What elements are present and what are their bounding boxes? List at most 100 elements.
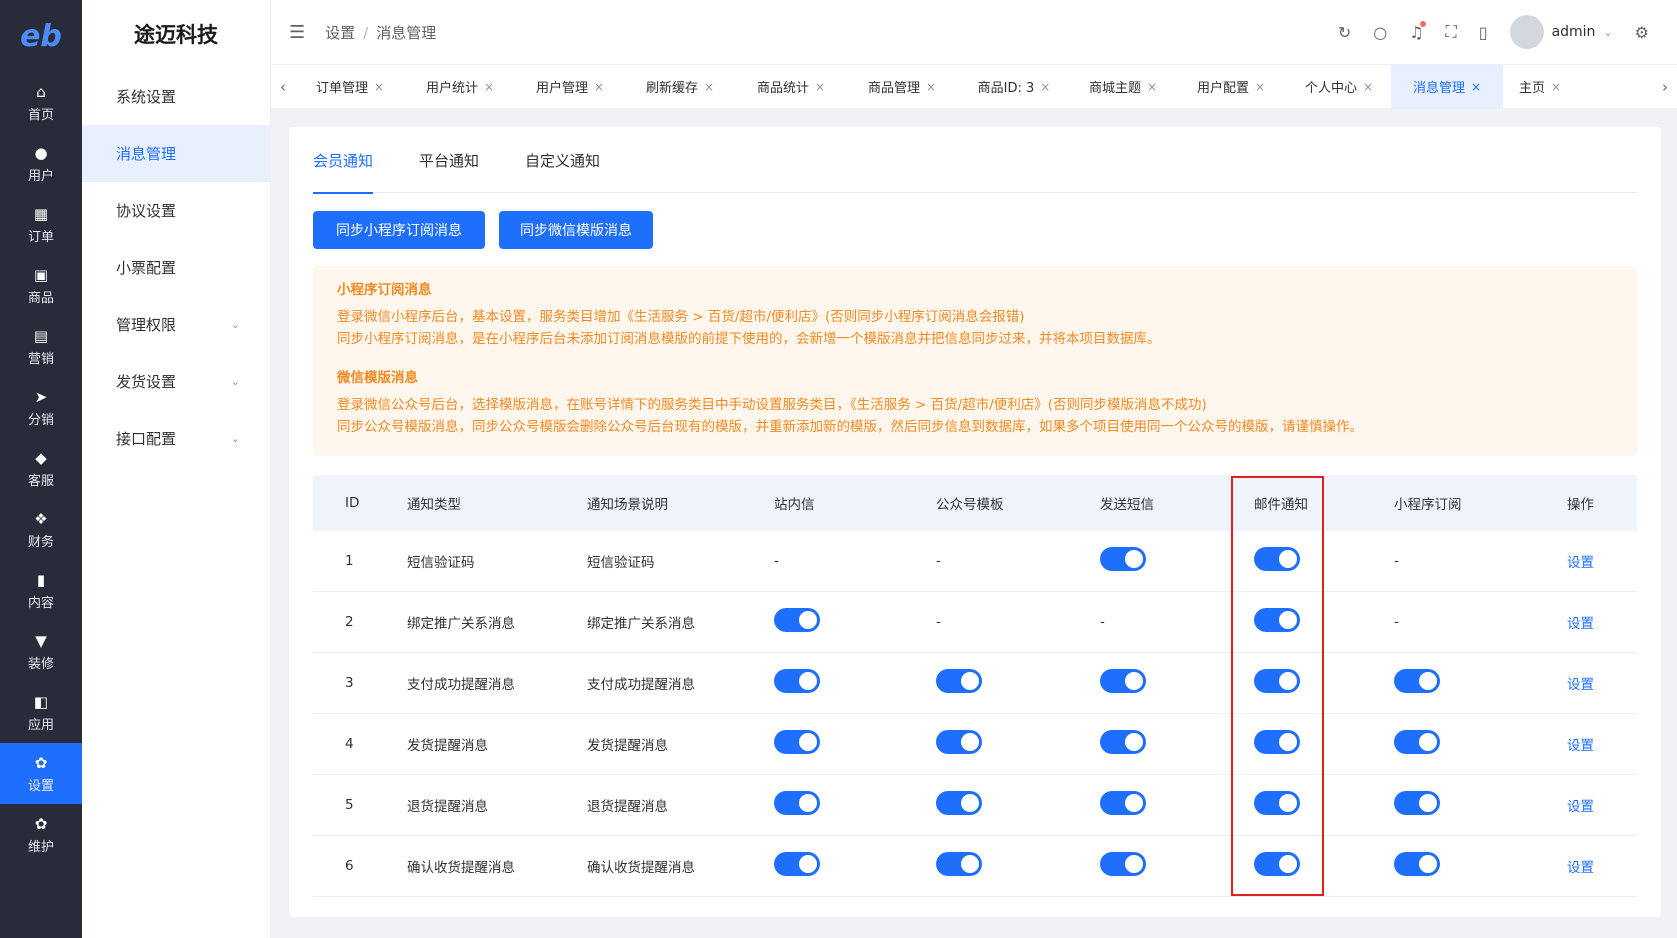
left-nav: eb ⌂ 首页 ● 用户 ▦ 订单 ▣ 商品 ▤ 营销 ➤ 分销 ◆ 客服 ❖ 财务 ▮ 内容 ▼ 装修 ◧ 应用 ✿ 设置 ✿…: [0, 0, 82, 938]
nav-item-finance[interactable]: ❖ 财务: [0, 499, 82, 560]
page-tab-label: 商品ID: 3: [977, 81, 1035, 96]
submenu-item[interactable]: 系统设置: [82, 68, 270, 125]
site-toggle[interactable]: [774, 669, 820, 693]
nav-item-app[interactable]: ◧ 应用: [0, 682, 82, 743]
mini-toggle[interactable]: [1394, 791, 1440, 815]
close-icon[interactable]: ×: [484, 80, 494, 94]
cell-wechat: [936, 852, 1100, 880]
table-row: 6 确认收货提醒消息 确认收货提醒消息 设置: [313, 836, 1637, 897]
email-toggle[interactable]: [1254, 791, 1300, 815]
nav-item-user[interactable]: ● 用户: [0, 133, 82, 194]
site-toggle[interactable]: [774, 608, 820, 632]
fullscreen-icon[interactable]: ⛶: [1446, 22, 1457, 42]
cell-sms: [1100, 791, 1254, 819]
sms-toggle[interactable]: [1100, 730, 1146, 754]
email-toggle[interactable]: [1254, 852, 1300, 876]
notice-tab[interactable]: 平台通知: [419, 127, 479, 193]
user-dropdown[interactable]: admin ⌄: [1509, 15, 1613, 49]
settings-link[interactable]: 设置: [1567, 860, 1594, 876]
settings-link[interactable]: 设置: [1567, 677, 1594, 693]
nav-item-product[interactable]: ▣ 商品: [0, 255, 82, 316]
nav-item-home[interactable]: ⌂ 首页: [0, 72, 82, 133]
nav-item-distribution[interactable]: ➤ 分销: [0, 377, 82, 438]
chevron-right-icon[interactable]: ›: [1653, 78, 1677, 96]
submenu-item-label: 小票配置: [116, 259, 177, 277]
settings-link[interactable]: 设置: [1567, 738, 1594, 754]
site-toggle[interactable]: [774, 852, 820, 876]
nav-item-settings[interactable]: ✿ 设置: [0, 743, 82, 804]
page-tab[interactable]: 刷新缓存 ×: [625, 65, 735, 109]
submenu-item[interactable]: 协议设置: [82, 182, 270, 239]
nav-item-marketing[interactable]: ▤ 营销: [0, 316, 82, 377]
page-tab[interactable]: 用户配置 ×: [1175, 65, 1287, 109]
submenu-item[interactable]: 小票配置: [82, 239, 270, 296]
page-tab[interactable]: 消息管理 ×: [1391, 64, 1503, 109]
close-icon[interactable]: ×: [1551, 80, 1561, 94]
chevron-left-icon[interactable]: ‹: [271, 78, 295, 96]
page-tab[interactable]: 用户统计 ×: [405, 65, 515, 109]
sms-toggle[interactable]: [1100, 852, 1146, 876]
email-toggle[interactable]: [1254, 669, 1300, 693]
refresh-icon[interactable]: ↻: [1338, 23, 1351, 42]
page-tab[interactable]: 个人中心 ×: [1287, 65, 1391, 109]
wechat-toggle[interactable]: [936, 852, 982, 876]
sms-toggle[interactable]: [1100, 547, 1146, 571]
close-icon[interactable]: ×: [594, 80, 604, 94]
close-icon[interactable]: ×: [926, 80, 936, 94]
nav-item-decoration[interactable]: ▼ 装修: [0, 621, 82, 682]
menu-fold-icon[interactable]: ☰: [289, 22, 305, 43]
nav-item-order[interactable]: ▦ 订单: [0, 194, 82, 255]
site-toggle[interactable]: [774, 791, 820, 815]
close-icon[interactable]: ×: [815, 80, 825, 94]
mini-toggle[interactable]: [1394, 669, 1440, 693]
bell-icon[interactable]: ♫: [1409, 20, 1426, 42]
submenu-item[interactable]: 管理权限 ⌄: [82, 296, 270, 353]
wechat-toggle[interactable]: [936, 791, 982, 815]
nav-item-content[interactable]: ▮ 内容: [0, 560, 82, 621]
settings-link[interactable]: 设置: [1567, 799, 1594, 815]
submenu-item[interactable]: 接口配置 ⌄: [82, 410, 270, 467]
page-tab[interactable]: 用户管理 ×: [515, 65, 625, 109]
close-icon[interactable]: ×: [374, 80, 384, 94]
lock-icon[interactable]: ▯: [1479, 23, 1488, 42]
breadcrumb-item[interactable]: 设置: [325, 24, 355, 42]
wechat-toggle[interactable]: [936, 669, 982, 693]
sms-toggle[interactable]: [1100, 791, 1146, 815]
close-icon[interactable]: ×: [1471, 80, 1481, 94]
nav-item-maintain[interactable]: ✿ 维护: [0, 804, 82, 865]
mini-toggle[interactable]: [1394, 852, 1440, 876]
email-toggle[interactable]: [1254, 608, 1300, 632]
close-icon[interactable]: ×: [1147, 80, 1157, 94]
close-icon[interactable]: ×: [1040, 80, 1050, 94]
notice-tab[interactable]: 会员通知: [313, 127, 374, 194]
sync-wechat-template-button[interactable]: 同步微信模版消息: [499, 211, 653, 249]
settings-link[interactable]: 设置: [1567, 555, 1594, 571]
gear-icon[interactable]: ⚙: [1635, 23, 1649, 42]
page-tab[interactable]: 订单管理 ×: [295, 65, 405, 109]
page-tab[interactable]: 商品ID: 3 ×: [957, 65, 1071, 109]
notice-tab[interactable]: 自定义通知: [525, 127, 600, 193]
page-tab[interactable]: 商品统计 ×: [735, 65, 847, 109]
page-tab[interactable]: 主页 ×: [1503, 65, 1577, 109]
logo[interactable]: eb: [0, 0, 82, 72]
mini-toggle[interactable]: [1394, 730, 1440, 754]
search-icon[interactable]: ○: [1373, 23, 1387, 42]
sms-toggle[interactable]: [1100, 669, 1146, 693]
cell-wechat: [936, 730, 1100, 758]
page-tab[interactable]: 商城主题 ×: [1071, 65, 1175, 109]
email-toggle[interactable]: [1254, 730, 1300, 754]
close-icon[interactable]: ×: [1363, 80, 1373, 94]
column-header: 公众号模板: [936, 497, 1004, 513]
submenu-item[interactable]: 消息管理: [82, 125, 270, 182]
sync-mini-program-button[interactable]: 同步小程序订阅消息: [313, 211, 485, 249]
close-icon[interactable]: ×: [1255, 80, 1265, 94]
site-toggle[interactable]: [774, 730, 820, 754]
close-icon[interactable]: ×: [704, 80, 714, 94]
settings-link[interactable]: 设置: [1567, 616, 1594, 632]
submenu-item[interactable]: 发货设置 ⌄: [82, 353, 270, 410]
email-toggle[interactable]: [1254, 547, 1300, 571]
wechat-toggle[interactable]: [936, 730, 982, 754]
cell-desc: 绑定推广关系消息: [587, 616, 695, 632]
page-tab[interactable]: 商品管理 ×: [847, 65, 957, 109]
nav-item-service[interactable]: ◆ 客服: [0, 438, 82, 499]
